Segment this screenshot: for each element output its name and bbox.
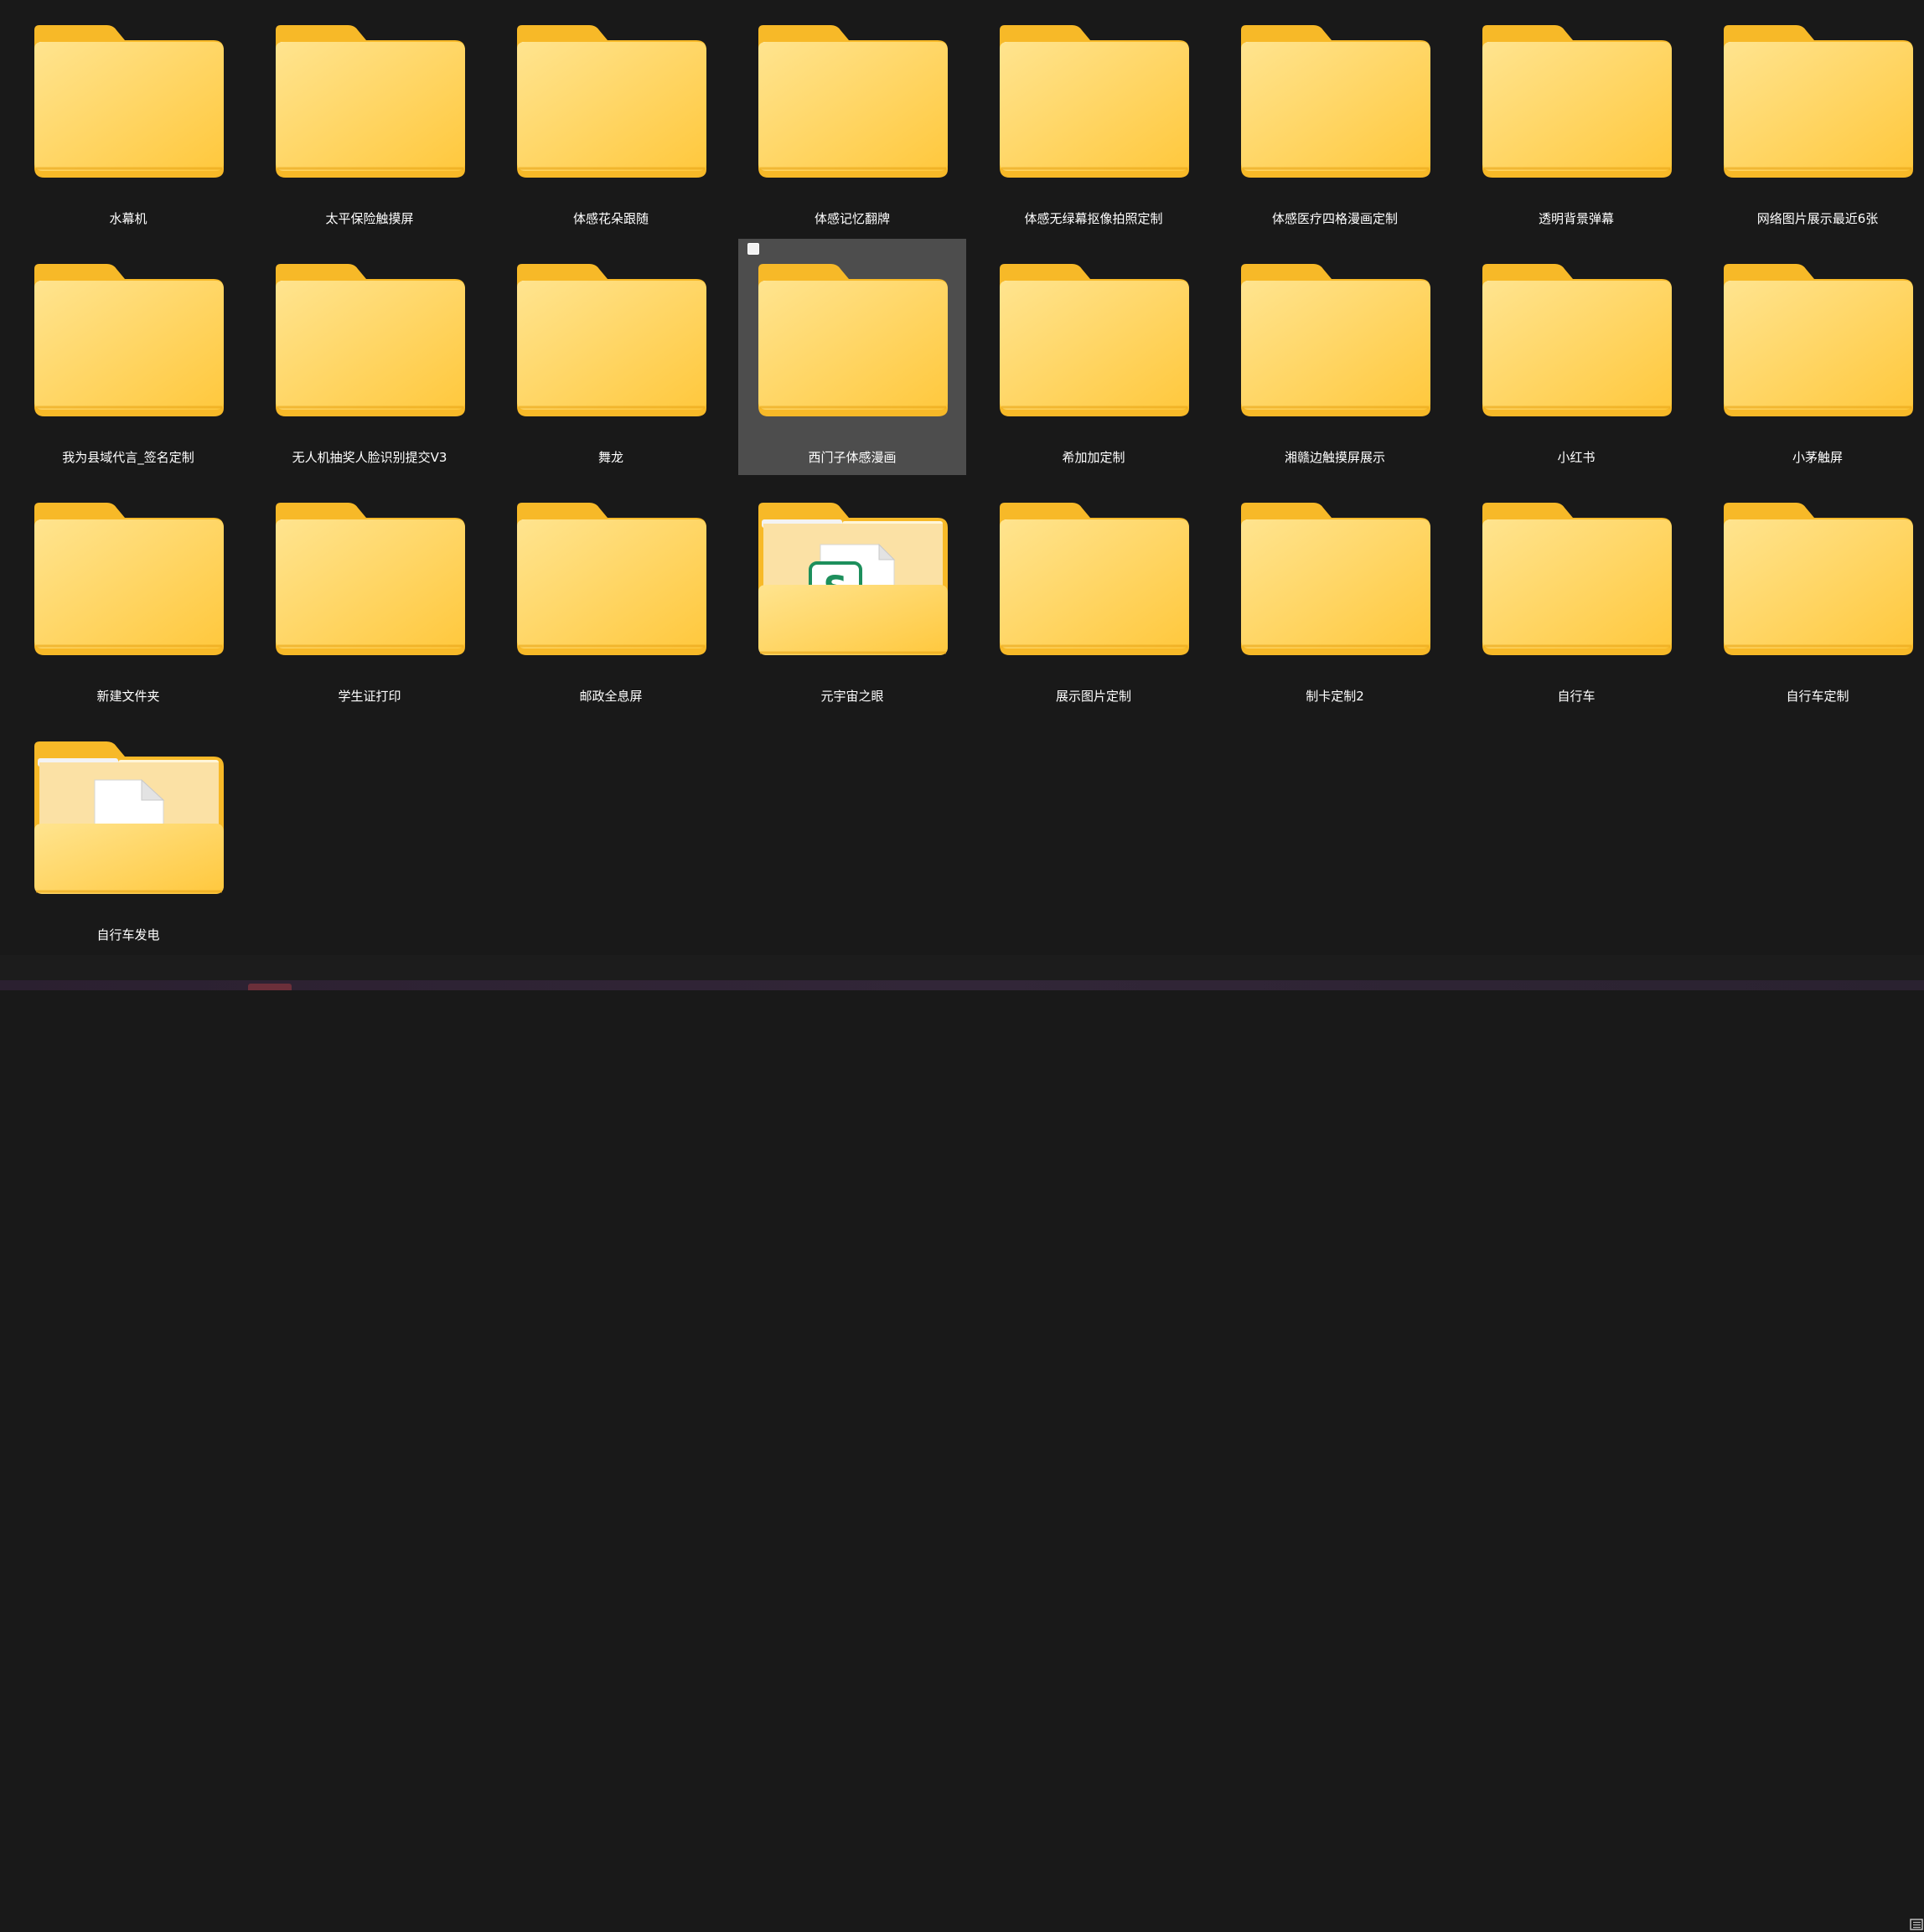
folder-name: 体感花朵跟随: [572, 211, 649, 226]
folder-tile[interactable]: 体感医疗四格漫画定制: [1221, 0, 1449, 236]
folder-icon: [517, 503, 706, 655]
folder-name: 元宇宙之眼: [820, 689, 884, 704]
folder-tile[interactable]: 体感记忆翻牌: [738, 0, 966, 236]
folder-name: 自行车定制: [1786, 689, 1849, 704]
folder-name: 无人机抽奖人脸识别提交V3: [292, 450, 447, 465]
selection-checkbox[interactable]: [747, 243, 759, 255]
folder-icon: [758, 25, 948, 178]
folder-name: 体感无绿幕抠像拍照定制: [1024, 211, 1163, 226]
folder-tile[interactable]: 水幕机: [14, 0, 242, 236]
folder-icon: [276, 25, 465, 178]
details-view-icon[interactable]: [1907, 1917, 1924, 1932]
folder-icon: [276, 503, 465, 655]
folder-tile[interactable]: 学生证打印: [256, 478, 484, 714]
folder-icon: [34, 264, 224, 416]
folder-name: 展示图片定制: [1055, 689, 1131, 704]
folder-icon: [1724, 503, 1913, 655]
folder-tile[interactable]: 体感花朵跟随: [497, 0, 725, 236]
folder-tile[interactable]: 我为县域代言_签名定制: [14, 239, 242, 475]
folder-icon: [1482, 25, 1672, 178]
folder-tile[interactable]: 自行车定制: [1704, 478, 1924, 714]
folder-icon: [1482, 503, 1672, 655]
folder-name: 舞龙: [597, 450, 623, 465]
folder-name: 小茅触屏: [1792, 450, 1843, 465]
file-explorer-view: 水幕机 太平保险触摸屏 体感花朵跟随 体感记忆翻牌 体感无绿幕抠像拍照定制 体感…: [0, 0, 1924, 955]
folder-name: 希加加定制: [1062, 450, 1125, 465]
folder-name: 体感记忆翻牌: [814, 211, 890, 226]
folder-tile[interactable]: 自行车: [1462, 478, 1690, 714]
folder-tile[interactable]: 透明背景弹幕: [1462, 0, 1690, 236]
folder-name: 我为县域代言_签名定制: [62, 450, 194, 465]
taskbar-app-button[interactable]: [248, 984, 292, 990]
folder-icon: [1000, 503, 1189, 655]
folder-with-document-icon: [34, 741, 224, 894]
folder-icon: [1241, 264, 1430, 416]
folder-name: 学生证打印: [338, 689, 401, 704]
status-bar: [0, 955, 1924, 1930]
folder-tile[interactable]: 展示图片定制: [980, 478, 1208, 714]
folder-tile[interactable]: 自行车发电: [14, 716, 242, 953]
folder-name: 新建文件夹: [96, 689, 160, 704]
folder-tile[interactable]: 体感无绿幕抠像拍照定制: [980, 0, 1208, 236]
folder-icon: [34, 25, 224, 178]
folder-name: 自行车发电: [96, 927, 160, 943]
folder-tile[interactable]: 西门子体感漫画: [738, 239, 966, 475]
folder-icon: [1241, 503, 1430, 655]
folder-tile[interactable]: 小红书: [1462, 239, 1690, 475]
folder-icon: [517, 25, 706, 178]
folder-name: 网络图片展示最近6张: [1756, 211, 1879, 226]
folder-tile[interactable]: 无人机抽奖人脸识别提交V3: [256, 239, 484, 475]
folder-tile[interactable]: 邮政全息屏: [497, 478, 725, 714]
folder-name: 邮政全息屏: [579, 689, 643, 704]
taskbar: [0, 980, 1924, 990]
folder-icon: [1000, 25, 1189, 178]
folder-icon: [276, 264, 465, 416]
folder-icon: [1000, 264, 1189, 416]
folder-icon: [758, 264, 948, 416]
folder-name: 自行车: [1557, 689, 1596, 704]
folder-name: 水幕机: [109, 211, 147, 226]
folder-name: 西门子体感漫画: [808, 450, 897, 465]
folder-name: 小红书: [1557, 450, 1596, 465]
folder-name: 湘赣边触摸屏展示: [1284, 450, 1385, 465]
folder-tile[interactable]: S 元宇宙之眼: [738, 478, 966, 714]
folder-tile[interactable]: 网络图片展示最近6张: [1704, 0, 1924, 236]
folder-tile[interactable]: 湘赣边触摸屏展示: [1221, 239, 1449, 475]
folder-tile[interactable]: 太平保险触摸屏: [256, 0, 484, 236]
folder-icon: [1724, 25, 1913, 178]
folder-icon: [1724, 264, 1913, 416]
folder-name: 太平保险触摸屏: [325, 211, 414, 226]
folder-tile[interactable]: 制卡定制2: [1221, 478, 1449, 714]
folder-tile[interactable]: 舞龙: [497, 239, 725, 475]
folder-tile[interactable]: 希加加定制: [980, 239, 1208, 475]
folder-icon: [34, 503, 224, 655]
folder-icon: [1482, 264, 1672, 416]
folder-tile[interactable]: 新建文件夹: [14, 478, 242, 714]
folder-name: 体感医疗四格漫画定制: [1271, 211, 1398, 226]
folder-name: 透明背景弹幕: [1538, 211, 1614, 226]
folder-name: 制卡定制2: [1306, 689, 1364, 704]
folder-icon: [1241, 25, 1430, 178]
folder-tile[interactable]: 小茅触屏: [1704, 239, 1924, 475]
folder-icon: [517, 264, 706, 416]
folder-with-spreadsheet-icon: S: [758, 503, 948, 655]
